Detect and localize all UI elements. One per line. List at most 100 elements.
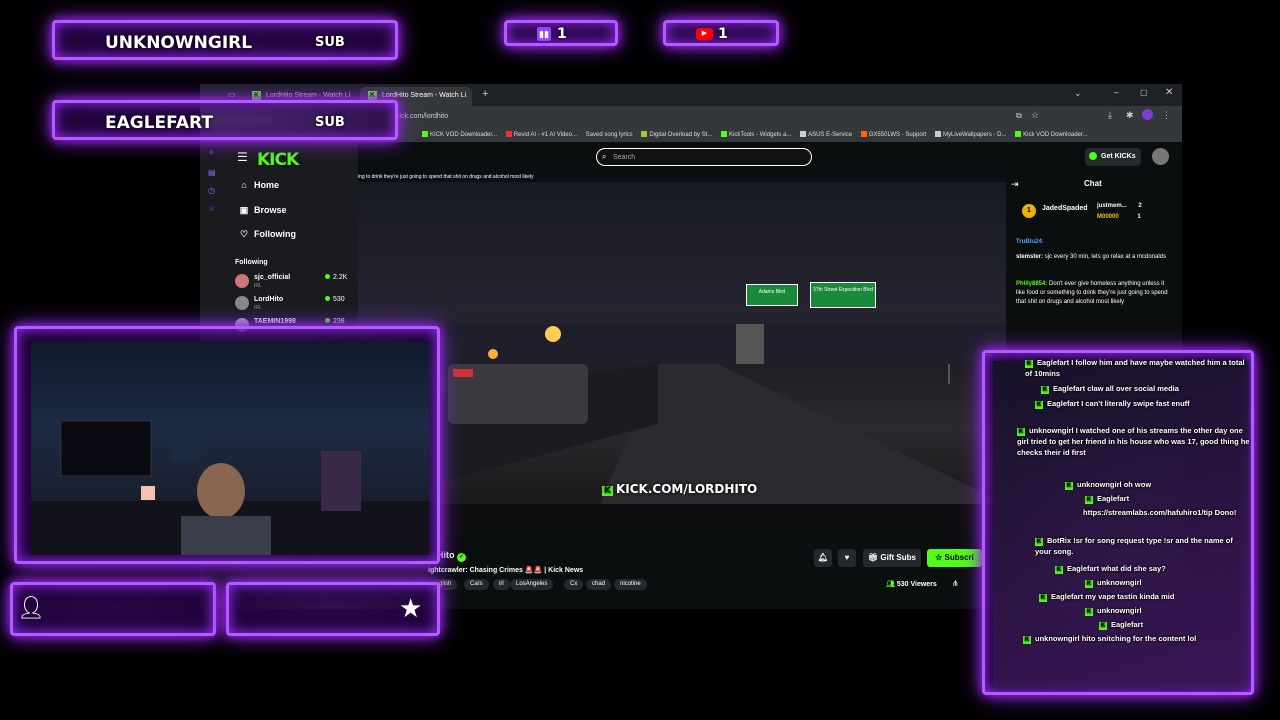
sidebar-history-icon[interactable]: ◷ xyxy=(208,186,215,195)
alert-type: SUB xyxy=(315,35,345,50)
channel-category: IRL xyxy=(254,283,262,289)
skyline xyxy=(358,324,1006,364)
bookmark[interactable]: KickTools - Widgets a... xyxy=(721,131,791,138)
leaderboard-entry: M00000 1 xyxy=(1097,214,1141,220)
nav-following[interactable]: ♡ Following xyxy=(238,229,296,240)
viewer-number: 530 xyxy=(333,296,345,303)
tag[interactable]: Cars xyxy=(464,579,489,590)
bookmark[interactable]: Revid AI - #1 AI Video... xyxy=(505,131,577,138)
watermark-text: KICK.COM/LORDHITO xyxy=(615,482,758,496)
install-icon[interactable]: ⧉ xyxy=(1016,111,1022,121)
overlay-chat-message: Kunknowngirl xyxy=(1085,605,1142,616)
nav-browse[interactable]: ▣ Browse xyxy=(238,205,287,216)
video-chat-ticker: ing to drink they're just going to spend… xyxy=(358,174,1006,182)
live-dot xyxy=(325,296,330,301)
avatar xyxy=(235,274,249,288)
overlay-chat-message: K Eaglefart xyxy=(1085,493,1129,504)
sidebar-star-icon[interactable]: ☆ xyxy=(208,204,215,213)
kick-favicon-icon: K xyxy=(252,91,261,100)
tag[interactable]: nicotine xyxy=(614,579,647,590)
tag[interactable]: irl xyxy=(493,579,510,590)
star-icon: ★ xyxy=(399,593,423,623)
overlay-chat-message: K Eaglefart my vape tastin kinda mid xyxy=(1039,591,1174,602)
sub-goal-box: ★ xyxy=(226,582,440,636)
road-sign: Adams Blvd xyxy=(746,284,798,306)
tab-list-icon[interactable]: ▭ xyxy=(228,90,236,99)
bookmark-label: MyLiveWallpapers - D... xyxy=(943,132,1007,138)
chat-text: what did she say? xyxy=(1101,564,1166,573)
follow-goal-box: 👤︎ xyxy=(10,582,216,636)
subscribe-button[interactable]: ☆ Subscri xyxy=(927,549,982,567)
chat-text: https://streamlabs.com/hafuhiro1/tip Don… xyxy=(1083,508,1237,517)
url-field[interactable]: kick.com/lordhito xyxy=(396,113,448,120)
viewers-label: 530 Viewers xyxy=(896,581,937,588)
close-button[interactable]: ✕ xyxy=(1165,87,1173,98)
chat-user[interactable]: stemster: xyxy=(1016,254,1043,260)
bookmark[interactable]: Saved song lyrics xyxy=(586,132,633,138)
chevron-down-icon[interactable]: ⌄ xyxy=(1074,88,1082,99)
following-item[interactable]: LordHito IRL 530 xyxy=(235,296,355,314)
bookmark[interactable]: MyLiveWallpapers - D... xyxy=(935,131,1007,138)
viewer-count: 530 xyxy=(325,296,345,303)
bookmark-label: Revid AI - #1 AI Video... xyxy=(513,132,577,138)
kick-badge-icon: K xyxy=(1025,360,1033,368)
profile-avatar[interactable] xyxy=(1142,109,1153,120)
gift-subs-button[interactable]: 🎁︎ Gift Subs xyxy=(863,549,921,567)
follow-button[interactable]: ♥ xyxy=(838,549,856,567)
sidebar-ai-icon[interactable]: ✧ xyxy=(208,148,215,157)
nav-home[interactable]: ⌂ Home xyxy=(238,180,279,190)
leaderboard-entry: justmem... 2 xyxy=(1097,203,1142,209)
hamburger-icon[interactable]: ☰ xyxy=(237,150,248,164)
verified-icon: ✓ xyxy=(457,553,467,562)
menu-icon[interactable]: ⋮ xyxy=(1162,110,1171,121)
youtube-counter: ▶ 1 xyxy=(663,20,779,46)
channel-name: TAEMIN1998 xyxy=(254,318,296,325)
extensions-icon[interactable]: ✱ xyxy=(1126,110,1134,121)
chat-text: hito snitching for the content lol xyxy=(1081,634,1197,643)
tag[interactable]: LosAngeles xyxy=(510,579,554,590)
bookmark-label: KickTools - Widgets a... xyxy=(729,132,792,138)
kick-badge-icon: K xyxy=(1023,636,1031,644)
kick-badge-icon: K xyxy=(1085,496,1093,504)
bookmark[interactable]: Kick VOD Downloader... xyxy=(1015,131,1088,138)
tag[interactable]: chad xyxy=(586,579,612,590)
overlay-chat-message: Kunknowngirl I watched one of his stream… xyxy=(1017,425,1251,458)
lane-marker xyxy=(948,364,950,384)
chat-text: oh wow xyxy=(1123,480,1152,489)
bookmark[interactable]: GX550LWS - Support xyxy=(860,131,926,138)
overlay-chat-message: K BotRix !sr for song request type !sr an… xyxy=(1035,535,1247,557)
share-icon[interactable]: ⋔ xyxy=(952,579,959,588)
following-item[interactable]: sjc_official IRL 2.2K xyxy=(235,274,355,292)
get-kicks-button[interactable]: Get KICKs xyxy=(1085,148,1141,166)
new-tab-button[interactable]: + xyxy=(482,88,488,100)
streamer-name[interactable]: Hito ✓ xyxy=(437,550,467,562)
bookmark[interactable]: Digital Overload by St... xyxy=(641,131,712,138)
bookmark[interactable]: ASUS E-Service xyxy=(800,131,852,138)
top-gifter-name[interactable]: JadedSpaded xyxy=(1042,205,1088,212)
user-avatar[interactable] xyxy=(1152,148,1169,165)
kick-badge-icon: K xyxy=(1099,622,1107,630)
kick-logo[interactable]: KICK xyxy=(257,150,299,170)
video-player[interactable]: Adams Blvd 37th Street Exposition Blvd xyxy=(358,174,1006,534)
overlay-chat-box: K Eaglefart I follow him and have maybe w… xyxy=(982,350,1254,695)
sub-alert-box: UNKNOWNGIRL SUB xyxy=(52,20,398,60)
bookmark-label: Kick VOD Downloader... xyxy=(1023,132,1088,138)
bookmark[interactable]: KICK VOD Downloader... xyxy=(422,131,497,138)
notifications-button[interactable]: 🔔︎ xyxy=(814,549,832,567)
minimize-button[interactable]: – xyxy=(1114,87,1119,97)
search-input[interactable]: ⌕ Search xyxy=(596,148,812,166)
kick-badge-icon: K xyxy=(1085,580,1093,588)
star-icon[interactable]: ☆ xyxy=(1031,110,1039,121)
kick-badge-icon: K xyxy=(1039,594,1047,602)
download-icon[interactable]: ⤓ xyxy=(1108,110,1112,121)
dashboard xyxy=(358,504,1006,534)
chat-user[interactable]: TruBlu24: xyxy=(1016,239,1044,245)
collapse-chat-icon[interactable]: ⇥ xyxy=(1011,179,1019,190)
sidebar-tab-icon[interactable]: ▤ xyxy=(208,168,216,177)
chat-user: unknowngirl xyxy=(1035,634,1080,643)
chat-user[interactable]: Philly8854: xyxy=(1016,281,1047,287)
tag[interactable]: Cx xyxy=(564,579,584,590)
kick-badge-icon: K xyxy=(1035,401,1043,409)
maximize-button[interactable]: ▢ xyxy=(1140,88,1148,97)
streamer-face xyxy=(197,463,245,519)
